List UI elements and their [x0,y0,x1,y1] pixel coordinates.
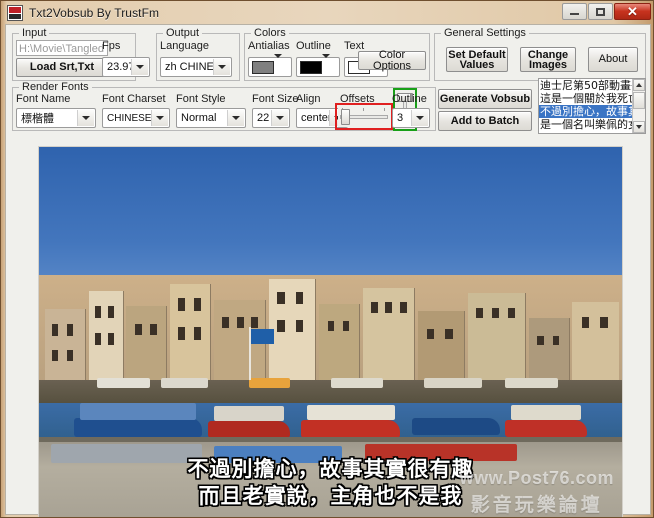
close-icon: ✕ [627,3,638,19]
boat-canopy [511,404,582,420]
colors-group-title: Colors [251,27,289,39]
align-value: center [301,112,332,124]
fps-combo[interactable]: 23.976 [102,57,150,77]
font-style-label: Font Style [176,93,226,105]
boat [505,419,587,437]
subtitle-list-scrollbar[interactable] [632,79,645,133]
input-group-title: Input [19,27,50,39]
language-combo[interactable]: zh CHINESE [160,57,232,77]
boat-canopy [79,402,197,420]
antialias-color-swatch [252,60,274,74]
title-bar: Txt2Vobsub By TrustFm ✕ [1,1,653,24]
render-fonts-group-title: Render Fonts [19,81,92,93]
foreground-boat [50,444,203,463]
chevron-down-icon[interactable] [131,59,148,75]
list-item[interactable]: 這是一個關於我死亡的故 [539,92,632,105]
scroll-down-button[interactable] [633,121,645,133]
maximize-icon [596,7,605,16]
subtitle-list[interactable]: 迪士尼第50部動畫長片) 這是一個關於我死亡的故 不過別擔心，故事其實很 是一個… [538,78,646,134]
set-default-values-line1: Set Default [448,48,506,61]
minimize-button[interactable] [562,3,587,20]
chevron-down-icon [636,125,642,129]
change-images-line2: Images [529,58,567,71]
load-srt-txt-button[interactable]: Load Srt,Txt [16,58,108,77]
list-item[interactable]: 不過別擔心，故事其實很 [539,105,632,118]
font-size-label: Font Size [252,93,299,105]
chevron-up-icon [636,83,642,87]
minimize-icon [570,13,579,15]
font-charset-combo[interactable]: CHINESEBIG5 [102,108,170,128]
application-window: Txt2Vobsub By TrustFm ✕ Input H:\Movie\T… [0,0,654,518]
scrollbar-thumb[interactable] [633,92,645,109]
general-settings-group-title: General Settings [441,27,529,39]
boat-canopy [307,404,395,420]
font-size-combo[interactable]: 22 [252,108,290,128]
quay-edge [39,436,622,442]
greek-flag [250,329,274,345]
subtitle-list-items: 迪士尼第50部動畫長片) 這是一個關於我死亡的故 不過別擔心，故事其實很 是一個… [539,79,632,131]
set-default-values-line2: Values [459,58,495,71]
foreground-boat [213,445,343,463]
window-controls: ✕ [562,3,651,20]
font-name-combo[interactable]: 標楷體 [16,108,96,128]
font-size-value: 22 [257,112,270,124]
scroll-up-button[interactable] [633,79,645,91]
close-button[interactable]: ✕ [614,3,651,20]
chevron-down-icon[interactable] [411,110,428,126]
outline-width-value: 3 [397,112,404,124]
language-label: Language [160,40,209,52]
outline-width-label: Outline [392,93,427,105]
outline-color-combo[interactable] [296,54,340,77]
maximize-button[interactable] [588,3,613,20]
input-path-field[interactable]: H:\Movie\Tangled [16,40,108,56]
color-options-button[interactable]: Color Options [358,49,426,71]
chevron-down-icon[interactable] [151,110,168,126]
antialias-color-combo[interactable] [248,54,292,77]
boat [412,417,500,435]
boat-canopy [213,406,284,422]
font-style-value: Normal [181,112,217,124]
set-default-values-button[interactable]: Set Default Values [446,47,508,72]
font-charset-label: Font Charset [102,93,166,105]
output-group-title: Output [163,27,203,39]
foreground-boat [365,444,518,461]
preview-image-panel[interactable]: 不過別擔心，故事其實很有趣 而且老實說，主角也不是我 www.Post76.co… [38,146,623,517]
waterfront-buildings [39,274,622,388]
generate-vobsub-button[interactable]: Generate Vobsub [438,89,532,109]
fps-label: Fps [102,40,121,52]
chevron-down-icon[interactable] [271,110,288,126]
outline-color-swatch [300,60,322,74]
outline-color-label: Outline [296,40,331,52]
chevron-down-icon[interactable] [77,110,94,126]
list-item[interactable]: 是一個名叫樂佩的女孩子 [539,118,632,131]
change-images-button[interactable]: Change Images [520,47,576,72]
chevron-down-icon[interactable] [213,59,230,75]
align-label: Align [296,93,321,105]
antialias-label: Antialias [248,40,290,52]
client-area: Input H:\Movie\Tangled Load Srt,Txt Fps … [5,24,651,517]
harbour-photo: 不過別擔心，故事其實很有趣 而且老實說，主角也不是我 www.Post76.co… [39,147,622,517]
app-icon [7,4,23,21]
chevron-down-icon[interactable] [322,54,330,76]
window-title: Txt2Vobsub By TrustFm [29,5,160,20]
about-button[interactable]: About [588,47,638,72]
chevron-down-icon[interactable] [274,54,282,76]
outline-width-combo[interactable]: 3 [392,108,430,128]
offsets-horizontal-highlight [335,103,393,130]
font-style-combo[interactable]: Normal [176,108,246,128]
change-images-line1: Change [527,48,569,61]
add-to-batch-button[interactable]: Add to Batch [438,111,532,131]
boat [73,417,203,437]
font-name-value: 標楷體 [21,112,54,125]
list-item[interactable]: 迪士尼第50部動畫長片) [539,79,632,92]
font-name-label: Font Name [16,93,71,105]
chevron-down-icon[interactable] [227,110,244,126]
